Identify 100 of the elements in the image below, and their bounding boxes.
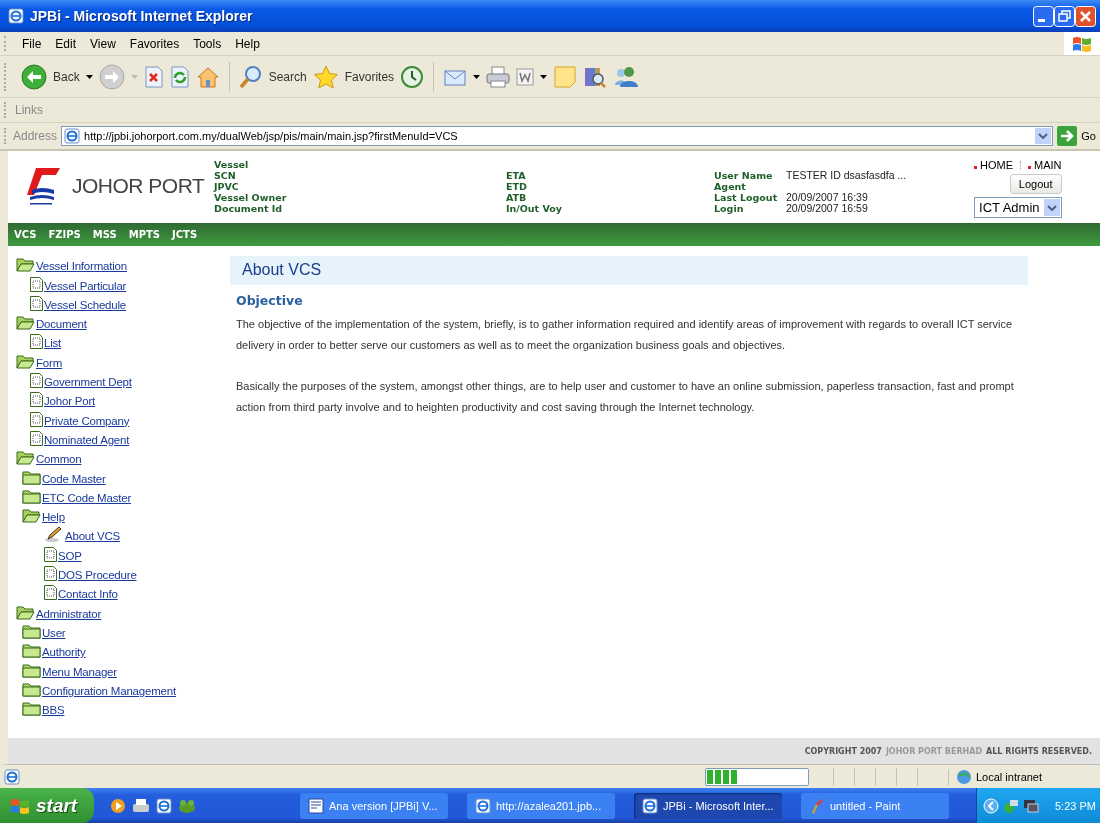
tree-link[interactable]: Code Master [42,472,106,485]
dropdown-icon[interactable] [1038,133,1049,139]
document-icon [30,295,43,311]
browser-icon [475,797,491,814]
printer-icon[interactable] [132,797,150,814]
tree-link[interactable]: Private Company [44,414,130,427]
caret-icon[interactable] [473,74,481,79]
section-heading: Objective [235,292,304,310]
menu-item[interactable]: Help [228,36,267,51]
field-label: Agent [714,181,747,192]
logout-button[interactable]: Logout [1009,174,1062,194]
field-label: Vessel [214,159,250,170]
document-icon [30,373,43,389]
menu-item[interactable]: File [15,36,49,51]
address-label: Address [13,129,58,143]
taskbar-button[interactable]: JPBi - Microsoft Inter... [634,792,782,819]
header-link[interactable]: MAIN [1028,159,1062,171]
menu-item[interactable]: Tools [186,36,229,51]
tree-link[interactable]: Vessel Information [36,260,127,273]
taskbar-button[interactable]: Ana version [JPBi] V... [300,792,448,819]
caret-icon[interactable] [540,74,548,79]
field-label: Document Id [214,203,284,214]
header-link[interactable]: HOME [974,159,1013,171]
windows-logo-icon [1072,34,1092,53]
people-icon[interactable] [613,64,640,89]
toolbar-label[interactable]: Search [268,69,307,84]
browser-icon [642,797,658,814]
copyright-text: COPYRIGHT 2007 JOHOR PORT BERHAD ALL RIGHTS RESERVED. [804,746,1092,756]
tree-link[interactable]: Contact Info [58,588,118,601]
window-title: JPBi - Microsoft Internet Explorer [30,8,254,24]
role-dropdown[interactable]: ICT Admin [974,197,1062,218]
printer-icon[interactable] [486,65,511,88]
tree-link[interactable]: Help [42,511,65,524]
frog-icon[interactable] [178,797,196,814]
menu-item[interactable]: Edit [48,36,84,51]
tree-link[interactable]: DOS Procedure [58,569,137,582]
history-icon[interactable] [400,64,425,89]
refresh-icon[interactable] [169,65,190,88]
tree-link[interactable]: Vessel Schedule [44,298,127,311]
document-icon [44,546,57,562]
tree-link[interactable]: Administrator [36,607,102,620]
taskbar-button[interactable]: untitled - Paint [801,792,949,819]
network-icon[interactable] [1003,797,1019,814]
tree-link[interactable]: Document [36,318,87,331]
nav-tab[interactable]: MSS [92,229,117,240]
arrow-icon [1057,126,1078,146]
tree-link[interactable]: Authority [42,646,86,659]
document-icon [308,797,324,814]
document-icon [30,276,43,292]
tree-link[interactable]: Form [36,356,63,369]
pencil-icon [44,526,64,543]
caret-icon[interactable] [85,74,93,79]
field-label: ATB [506,192,528,203]
tree-link[interactable]: Common [36,453,82,466]
tree-link[interactable]: Nominated Agent [44,433,130,446]
stop-icon[interactable] [143,65,164,88]
close-icon[interactable] [1075,5,1096,27]
menu-item[interactable]: View [83,36,123,51]
paint-icon [809,797,825,814]
menu-item[interactable]: Favorites [122,36,187,51]
browser-icon[interactable] [156,797,172,814]
field-label: ETA [506,170,527,181]
field-value: 20/09/2007 16:39 [786,191,868,203]
back-icon[interactable] [21,63,47,90]
nav-tab[interactable]: FZIPS [48,229,81,240]
field-value: TESTER ID dsasfasdfa ... [786,169,907,181]
toolbar-label[interactable]: Favorites [344,69,395,84]
tree-link[interactable]: SOP [58,549,82,562]
word-icon[interactable] [516,67,535,86]
document-icon [44,585,57,601]
nav-tab[interactable]: JCTS [172,229,198,240]
toolbar-label[interactable]: Back [53,69,80,84]
star-icon[interactable] [312,64,339,89]
tree-link[interactable]: Government Dept [44,376,132,389]
tree-link[interactable]: Vessel Particular [44,279,127,292]
restore-icon[interactable] [1054,5,1075,27]
forward-icon[interactable] [98,63,125,90]
field-label: Last Logout [714,192,779,203]
tree-link[interactable]: About VCS [65,530,121,543]
nav-tab[interactable]: MPTS [128,229,161,240]
field-value: 20/09/2007 16:59 [786,202,868,214]
field-label: In/Out Voy [506,203,563,214]
media-player-icon[interactable] [110,797,126,814]
minimize-icon[interactable] [1033,5,1054,27]
address-field[interactable]: http://jpbi.johorport.com.my/dualWeb/jsp/pis/main/main.jsp?firstMenuId=VCS [61,126,1054,146]
go-button[interactable]: Go [1057,126,1096,146]
field-label: ETD [506,181,528,192]
search-icon[interactable] [238,64,263,89]
taskbar-button[interactable]: http://azalea201.jpb... [467,792,615,819]
home-icon[interactable] [195,65,220,88]
tree-link[interactable]: ETC Code Master [42,491,132,504]
tree-link[interactable]: Johor Port [44,395,96,408]
tree-link[interactable]: BBS [42,704,65,717]
tree-link[interactable]: List [44,337,62,350]
nav-tab[interactable]: VCS [14,229,37,240]
tree-link[interactable]: User [42,626,66,639]
tree-link[interactable]: Menu Manager [42,665,117,678]
tree-link[interactable]: Configuration Management [42,684,176,697]
monitor-icon[interactable] [1023,797,1039,814]
chevron-icon[interactable] [983,797,999,814]
